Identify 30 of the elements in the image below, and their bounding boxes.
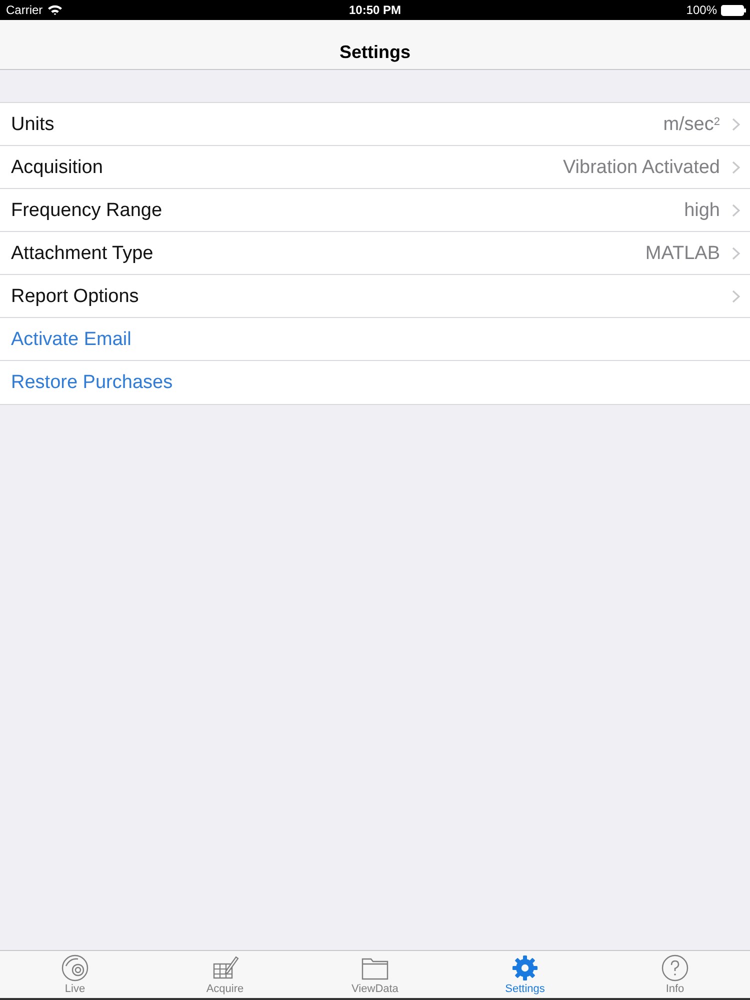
chevron-right-icon <box>732 204 740 216</box>
setting-value: Vibration Activated <box>562 156 720 178</box>
carrier-label: Carrier <box>6 3 43 17</box>
tab-bar-item[interactable]: Acquire <box>150 951 300 998</box>
setting-label: Frequency Range <box>11 198 162 222</box>
nav-title: Settings <box>339 41 410 63</box>
tab-bar-item[interactable]: ViewData <box>300 951 450 998</box>
help-icon[interactable] <box>661 954 689 982</box>
action-label: Activate Email <box>11 328 132 350</box>
setting-value: m/sec$^{2}$ <box>663 112 720 136</box>
setting-label: Acquisition <box>11 156 103 178</box>
setting-value: high <box>684 198 720 222</box>
setting-label: Units <box>11 112 54 136</box>
status-time: 10:50 PM <box>348 3 402 17</box>
setting-value: MATLAB <box>645 242 720 264</box>
tab-bar-item[interactable]: Live <box>0 951 150 998</box>
settings-icon[interactable] <box>511 954 539 982</box>
action-label: Restore Purchases <box>11 371 173 394</box>
battery-percent: 100% <box>686 3 717 17</box>
chevron-right-icon <box>732 246 740 260</box>
tab-bar-item[interactable]: Info <box>600 951 750 998</box>
battery-icon <box>721 4 746 16</box>
setting-label: Attachment Type <box>11 242 154 264</box>
wifi-icon <box>48 5 62 15</box>
chevron-right-icon <box>732 118 740 130</box>
disc-icon[interactable] <box>61 954 89 982</box>
chevron-right-icon <box>732 290 740 302</box>
setting-label: Report Options <box>11 284 139 308</box>
chevron-right-icon <box>732 160 740 174</box>
tab-bar-item[interactable]: Settings <box>450 951 600 998</box>
